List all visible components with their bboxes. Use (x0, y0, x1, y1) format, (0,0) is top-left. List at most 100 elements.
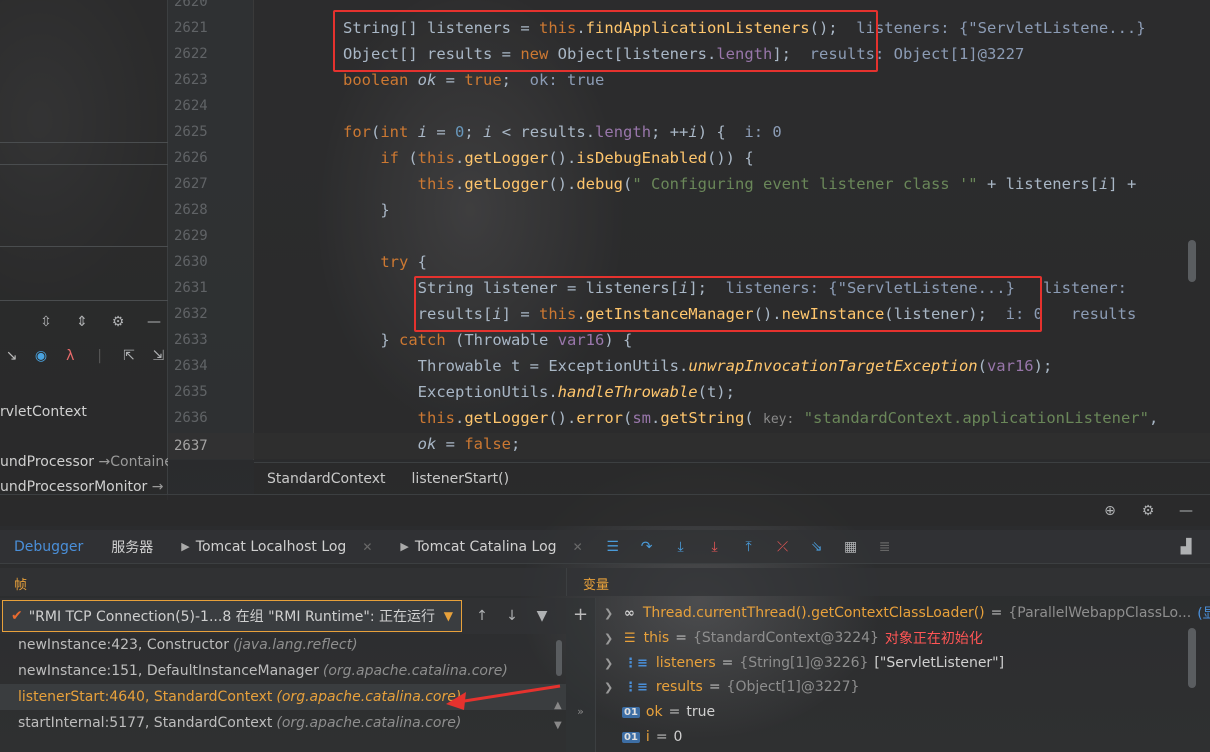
variable-row[interactable]: 01 ok = true (604, 700, 715, 724)
layout-icon[interactable]: ▟ (1176, 537, 1196, 557)
variable-row[interactable]: 01 i = 0 (604, 725, 682, 749)
tab-debugger[interactable]: Debugger (0, 530, 97, 564)
evaluate-expression-icon[interactable]: ▦ (841, 537, 861, 557)
breadcrumb-method[interactable]: listenerStart() (399, 471, 523, 487)
tab-tomcat-localhost-log[interactable]: ▶ Tomcat Localhost Log ✕ (167, 530, 386, 564)
code-line: } catch (Throwable var16) { (343, 331, 633, 349)
collapse-all-icon[interactable]: ⇕ (72, 312, 92, 332)
breadcrumb-class[interactable]: StandardContext (254, 471, 399, 487)
divider (0, 300, 168, 301)
show-link[interactable]: (显示 (1197, 603, 1210, 623)
variable-equals: = (655, 729, 668, 745)
tree-item[interactable]: rvletContext (0, 404, 168, 420)
variable-equals: = (721, 655, 734, 671)
variable-name: i (645, 729, 650, 745)
variable-row[interactable]: ❯ ⋮≡ listeners = {String[1]@3226} ["Servl… (604, 651, 1004, 675)
expand-icon[interactable]: » (577, 705, 584, 718)
array-icon: ⋮≡ (624, 655, 648, 671)
thread-dropdown[interactable]: ✔ "RMI TCP Connection(5)-1...8 在组 "RMI R… (2, 600, 462, 632)
dropdown-arrow-icon[interactable]: ▼ (444, 609, 453, 623)
frame-row[interactable]: newInstance:423, Constructor (java.lang.r… (0, 632, 566, 658)
line-number: 2623 (174, 72, 208, 88)
console-icon: ▶ (400, 540, 409, 553)
add-watch-icon[interactable]: + (573, 604, 588, 625)
code-line: for(int i = 0; i < results.length; ++i) … (343, 123, 782, 141)
minimize-icon[interactable]: — (1176, 501, 1196, 521)
line-number: 2633 (174, 332, 208, 348)
scroll-to-source-icon[interactable]: ⇲ (149, 346, 168, 366)
circle-filter-icon[interactable]: ◉ (31, 346, 50, 366)
tree-item[interactable]: undProcessor →Containe (0, 454, 168, 470)
variables-title: 变量 (583, 578, 610, 593)
variable-type: {ParallelWebappClassLo... (1008, 605, 1192, 621)
expand-arrow-icon[interactable]: ❯ (604, 657, 616, 670)
arrow-down-icon[interactable]: ↓ (502, 606, 522, 626)
lambda-icon[interactable]: λ (61, 346, 80, 366)
variable-equals: = (708, 679, 721, 695)
run-to-cursor-icon[interactable]: ⇘ (807, 537, 827, 557)
step-into-icon[interactable]: ⤓ (671, 537, 691, 557)
line-number-gutter[interactable]: 2620 2621 2622 2623 2624 2625 2626 2627 … (168, 0, 254, 460)
variable-type: {StandardContext@3224} (692, 630, 879, 646)
structure-toolbar: ⇳ ⇕ ⚙ — (0, 308, 168, 336)
array-icon: ⋮≡ (624, 679, 648, 695)
tab-label: Tomcat Localhost Log (195, 538, 347, 555)
code-line: this.getLogger().error(sm.getString( key… (417, 409, 1159, 427)
tab-tomcat-catalina-log[interactable]: ▶ Tomcat Catalina Log ✕ (386, 530, 596, 564)
line-number: 2631 (174, 280, 208, 296)
watch-glasses-icon: ∞ (624, 605, 635, 621)
close-icon[interactable]: ✕ (362, 540, 372, 554)
variable-type: {String[1]@3226} (739, 655, 869, 671)
scroll-from-source-icon[interactable]: ⇱ (119, 346, 138, 366)
tab-label: 服务器 (111, 539, 154, 556)
line-number: 2624 (174, 98, 208, 114)
expand-arrow-icon[interactable]: ❯ (604, 607, 616, 620)
inline-value-hint: ok: true (529, 71, 605, 89)
filter-icon[interactable]: ▼ (532, 606, 552, 626)
code-line: Throwable t = ExceptionUtils.unwrapInvoc… (417, 357, 1053, 375)
tree-item[interactable]: undProcessorMonitor → (0, 479, 168, 495)
crosshair-icon[interactable]: ⊕ (1100, 501, 1120, 521)
line-number: 2625 (174, 124, 208, 140)
menu-icon[interactable]: ☰ (603, 537, 623, 557)
variable-value: true (686, 704, 716, 720)
minimize-icon[interactable]: — (144, 312, 164, 332)
line-number: 2634 (174, 358, 208, 374)
variable-row[interactable]: ❯ ∞ Thread.currentThread().getContextCla… (604, 601, 1210, 625)
drop-frame-icon[interactable]: ⤫ (773, 537, 793, 557)
primitive-icon: 01 (622, 731, 640, 743)
thread-label: "RMI TCP Connection(5)-1...8 在组 "RMI Run… (28, 609, 436, 625)
step-out-icon[interactable]: ⤒ (739, 537, 759, 557)
inline-value-hint: listeners: {"ServletListene...} (856, 19, 1146, 37)
variable-row[interactable]: ❯ ☰ this = {StandardContext@3224} 对象正在初始化 (604, 626, 983, 650)
arrow-up-icon[interactable]: ↑ (472, 606, 492, 626)
divider (0, 246, 168, 247)
thread-selector-row: ✔ "RMI TCP Connection(5)-1...8 在组 "RMI R… (0, 598, 566, 634)
trace-icon[interactable]: ≣ (875, 537, 895, 557)
gear-icon[interactable]: ⚙ (1138, 501, 1158, 521)
line-number: 2621 (174, 20, 208, 36)
tab-server[interactable]: 服务器 (97, 530, 167, 564)
inline-value-hint: i: 0 (744, 123, 782, 141)
expand-all-icon[interactable]: ⇳ (36, 312, 56, 332)
expand-arrow-icon[interactable]: ❯ (604, 681, 616, 694)
link-icon[interactable]: ↘ (2, 346, 21, 366)
divider (0, 142, 168, 143)
variables-header: 变量 (566, 568, 1210, 596)
force-step-into-icon[interactable]: ⤓ (705, 537, 725, 557)
structure-filter-toolbar: ↘ ◉ λ | ⇱ ⇲ (0, 342, 168, 370)
variable-equals: = (675, 630, 687, 646)
breadcrumb: StandardContext listenerStart() (254, 462, 1210, 494)
variables-scrollbar[interactable] (1188, 628, 1196, 688)
step-over-icon[interactable]: ↷ (637, 537, 657, 557)
close-icon[interactable]: ✕ (573, 540, 583, 554)
variable-name: ok (645, 704, 663, 720)
editor-scrollbar[interactable] (1188, 240, 1196, 282)
variable-row[interactable]: ❯ ⋮≡ results = {Object[1]@3227} (604, 675, 859, 699)
debug-toolbar: ☰ ↷ ⤓ ⤓ ⤒ ⤫ ⇘ ▦ ≣ (603, 537, 895, 557)
line-number: 2632 (174, 306, 208, 322)
variable-name: results (655, 679, 703, 695)
expand-arrow-icon[interactable]: ❯ (604, 632, 616, 645)
frame-method: newInstance:151, DefaultInstanceManager (18, 663, 319, 679)
gear-icon[interactable]: ⚙ (108, 312, 128, 332)
